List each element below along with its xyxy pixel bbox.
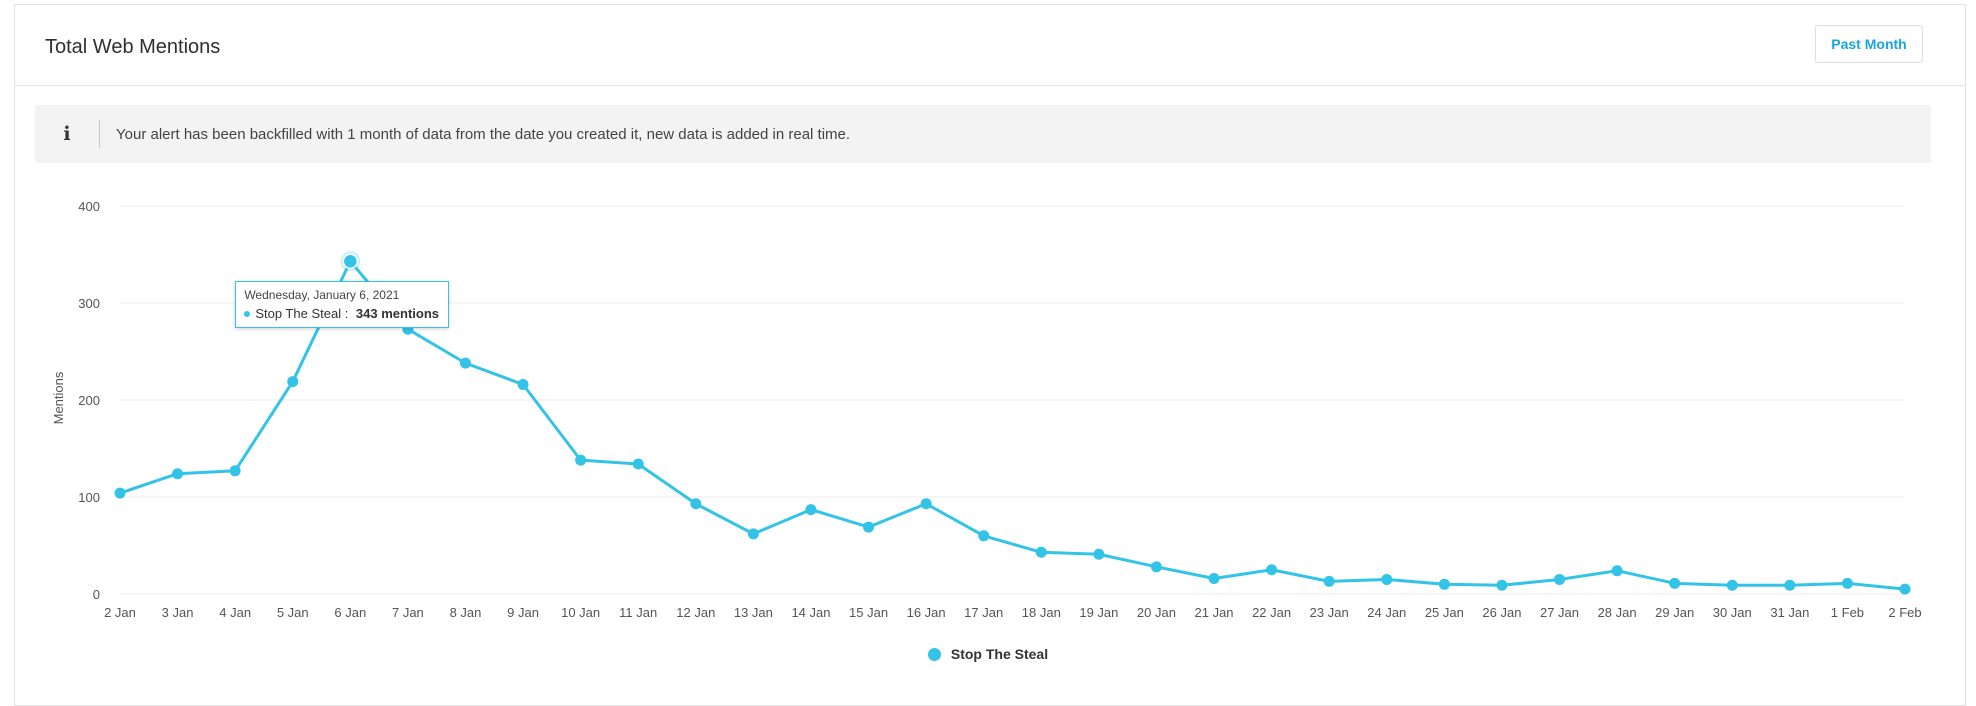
- y-tick-label: 100: [78, 490, 100, 505]
- x-tick-label: 8 Jan: [450, 605, 482, 620]
- y-axis-ticks: 0 100 200 300 400: [78, 199, 100, 602]
- x-tick-label: 28 Jan: [1598, 605, 1637, 620]
- y-tick-label: 200: [78, 393, 100, 408]
- chart-legend[interactable]: Stop The Steal: [0, 646, 1976, 662]
- y-tick-label: 400: [78, 199, 100, 214]
- x-tick-label: 3 Jan: [162, 605, 194, 620]
- data-point[interactable]: [517, 378, 529, 390]
- x-tick-label: 26 Jan: [1482, 605, 1521, 620]
- x-tick-label: 13 Jan: [734, 605, 773, 620]
- data-point[interactable]: [114, 487, 126, 499]
- tooltip-separator: :: [341, 306, 352, 322]
- tooltip-series-dot: [244, 310, 251, 317]
- x-tick-label: 16 Jan: [907, 605, 946, 620]
- data-point[interactable]: [1496, 579, 1508, 591]
- x-tick-label: 17 Jan: [964, 605, 1003, 620]
- data-point[interactable]: [1726, 579, 1738, 591]
- data-point[interactable]: [1554, 573, 1566, 585]
- x-tick-label: 2 Jan: [104, 605, 136, 620]
- data-point[interactable]: [1784, 579, 1796, 591]
- data-point[interactable]: [1150, 561, 1162, 573]
- data-point[interactable]: [1208, 572, 1220, 584]
- y-tick-label: 300: [78, 296, 100, 311]
- x-tick-label: 22 Jan: [1252, 605, 1291, 620]
- x-tick-label: 21 Jan: [1195, 605, 1234, 620]
- tooltip-value: 343 mentions: [355, 306, 440, 322]
- data-point-highlighted[interactable]: [342, 253, 359, 270]
- x-tick-label: 29 Jan: [1655, 605, 1694, 620]
- data-point[interactable]: [920, 498, 932, 510]
- data-point[interactable]: [229, 465, 241, 477]
- data-point[interactable]: [1669, 577, 1681, 589]
- x-tick-label: 10 Jan: [561, 605, 600, 620]
- data-point[interactable]: [1611, 565, 1623, 577]
- x-tick-label: 6 Jan: [334, 605, 366, 620]
- grid-lines: [120, 205, 1905, 595]
- data-point[interactable]: [1093, 548, 1105, 560]
- x-tick-label: 2 Feb: [1888, 605, 1921, 620]
- x-tick-label: 24 Jan: [1367, 605, 1406, 620]
- x-tick-label: 27 Jan: [1540, 605, 1579, 620]
- data-point[interactable]: [172, 468, 184, 480]
- x-tick-label: 12 Jan: [676, 605, 715, 620]
- data-point[interactable]: [805, 504, 817, 516]
- tooltip-row: Stop The Steal : 343 mentions: [244, 306, 439, 321]
- x-tick-label: 9 Jan: [507, 605, 539, 620]
- data-point[interactable]: [1899, 583, 1911, 595]
- data-point[interactable]: [1035, 546, 1047, 558]
- data-point[interactable]: [747, 528, 759, 540]
- legend-marker: [927, 647, 941, 661]
- data-point[interactable]: [459, 357, 471, 369]
- data-point[interactable]: [1323, 575, 1335, 587]
- data-point[interactable]: [575, 454, 587, 466]
- tooltip-series-name: Stop The Steal: [255, 306, 342, 322]
- x-tick-label: 19 Jan: [1079, 605, 1118, 620]
- data-tooltip: Wednesday, January 6, 2021 Stop The Stea…: [235, 281, 450, 329]
- x-tick-label: 14 Jan: [791, 605, 830, 620]
- legend-label: Stop The Steal: [950, 646, 1049, 662]
- x-tick-label: 1 Feb: [1831, 605, 1864, 620]
- x-tick-label: 23 Jan: [1310, 605, 1349, 620]
- data-point[interactable]: [1841, 577, 1853, 589]
- data-point[interactable]: [1381, 573, 1393, 585]
- y-axis-label: Mentions: [51, 371, 66, 424]
- data-point[interactable]: [863, 521, 875, 533]
- tooltip-date: Wednesday, January 6, 2021: [244, 288, 400, 303]
- x-tick-label: 30 Jan: [1713, 605, 1752, 620]
- x-tick-label: 31 Jan: [1770, 605, 1809, 620]
- data-point[interactable]: [978, 530, 990, 542]
- data-point[interactable]: [287, 376, 299, 388]
- x-tick-label: 4 Jan: [219, 605, 251, 620]
- x-axis-ticks: 2 Jan 3 Jan 4 Jan 5 Jan 6 Jan 7 Jan 8 Jan 9 Jan…: [104, 605, 1922, 620]
- x-tick-label: 5 Jan: [277, 605, 309, 620]
- x-tick-label: 7 Jan: [392, 605, 424, 620]
- data-point[interactable]: [1438, 578, 1450, 590]
- x-tick-label: 18 Jan: [1022, 605, 1061, 620]
- x-tick-label: 20 Jan: [1137, 605, 1176, 620]
- x-tick-label: 25 Jan: [1425, 605, 1464, 620]
- data-point[interactable]: [632, 458, 644, 470]
- data-point[interactable]: [1266, 564, 1278, 576]
- x-tick-label: 15 Jan: [849, 605, 888, 620]
- x-tick-label: 11 Jan: [619, 605, 657, 620]
- y-tick-label: 0: [93, 587, 100, 602]
- data-point[interactable]: [690, 498, 702, 510]
- mentions-line-chart: 0 100 200 300 400 2 Jan 3 Jan 4 Jan 5 Jan 6 Jan 7…: [51, 199, 1922, 620]
